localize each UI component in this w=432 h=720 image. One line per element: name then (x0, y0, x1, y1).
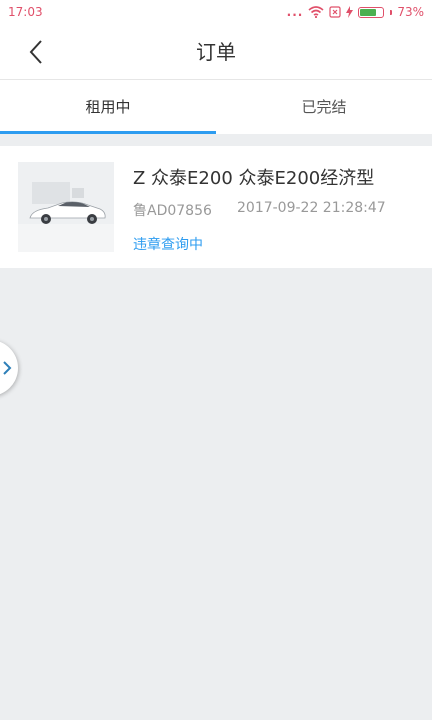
tab-completed[interactable]: 已完结 (216, 80, 432, 134)
violation-query-status[interactable]: 违章查询中 (133, 234, 203, 254)
battery-percent: 73% (397, 5, 424, 19)
nav-bar: 订单 (0, 24, 432, 80)
signal-dots: ... (286, 5, 304, 19)
back-button[interactable] (18, 34, 54, 70)
battery-cap (390, 9, 393, 15)
license-plate: 鲁AD07856 (133, 203, 212, 219)
car-title: Z 众泰E200 众泰E200经济型 (133, 168, 375, 189)
wifi-icon (308, 6, 324, 18)
order-datetime: 2017-09-22 21:28:47 (237, 200, 386, 216)
car-thumbnail (18, 162, 114, 252)
order-tabs: 租用中 已完结 (0, 80, 432, 134)
battery-level (360, 8, 377, 16)
battery-icon (358, 6, 385, 18)
tab-renting[interactable]: 租用中 (0, 80, 216, 134)
page-title: 订单 (196, 40, 236, 64)
chevron-right-icon (3, 361, 12, 375)
charging-icon (346, 6, 354, 18)
order-card[interactable]: Z 众泰E200 众泰E200经济型 鲁AD07856 2017-09-22 2… (0, 146, 432, 268)
status-bar: 17:03 ... 73% (0, 0, 432, 24)
side-drawer-handle[interactable] (0, 340, 18, 396)
status-icons: ... 73% (287, 5, 424, 19)
no-sim-icon (329, 6, 341, 18)
status-time: 17:03 (8, 5, 43, 19)
chevron-left-icon (29, 40, 42, 64)
